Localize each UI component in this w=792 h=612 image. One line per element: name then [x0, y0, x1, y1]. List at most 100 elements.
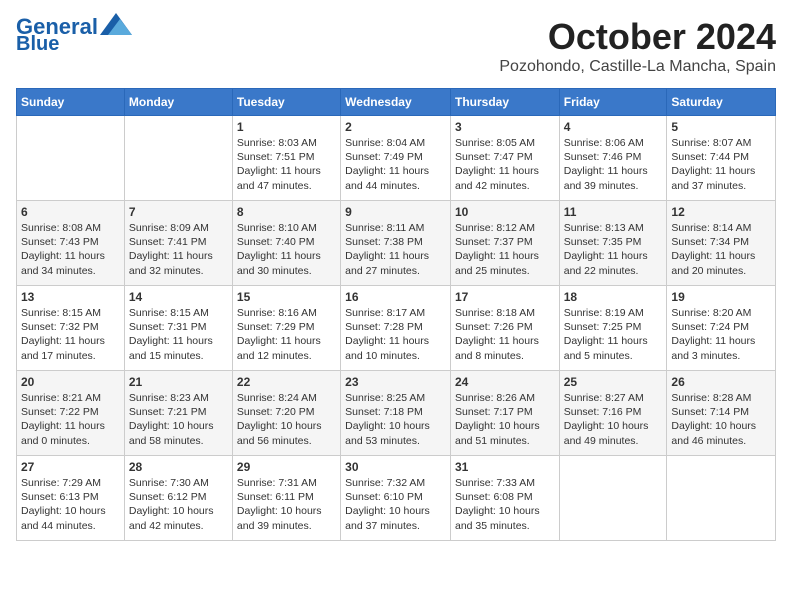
day-content: Sunrise: 8:08 AM Sunset: 7:43 PM Dayligh… [21, 221, 120, 278]
day-number: 24 [455, 375, 555, 389]
day-number: 19 [671, 290, 771, 304]
day-number: 29 [237, 460, 336, 474]
calendar-cell: 31 Sunrise: 7:33 AM Sunset: 6:08 PM Dayli… [450, 456, 559, 541]
calendar-cell: 4Sunrise: 8:06 AM Sunset: 7:46 PM Daylig… [559, 116, 667, 201]
calendar-cell: 1Sunrise: 8:03 AM Sunset: 7:51 PM Daylig… [232, 116, 340, 201]
calendar-cell [559, 456, 667, 541]
calendar-cell: 21Sunrise: 8:23 AM Sunset: 7:21 PM Dayli… [124, 371, 232, 456]
page-title: October 2024 [499, 16, 776, 58]
day-number: 13 [21, 290, 120, 304]
day-number: 1 [237, 120, 336, 134]
calendar-cell: 13Sunrise: 8:15 AM Sunset: 7:32 PM Dayli… [17, 286, 125, 371]
calendar-cell: 10Sunrise: 8:12 AM Sunset: 7:37 PM Dayli… [450, 201, 559, 286]
day-number: 8 [237, 205, 336, 219]
day-number: 2 [345, 120, 446, 134]
day-number: 3 [455, 120, 555, 134]
calendar-cell [17, 116, 125, 201]
page-subtitle: Pozohondo, Castille-La Mancha, Spain [499, 58, 776, 76]
day-header-thursday: Thursday [450, 89, 559, 116]
day-number: 14 [129, 290, 228, 304]
day-number: 15 [237, 290, 336, 304]
logo: General Blue [16, 16, 132, 54]
page-header: General Blue October 2024 Pozohondo, Cas… [16, 16, 776, 76]
day-content: Sunrise: 8:21 AM Sunset: 7:22 PM Dayligh… [21, 391, 120, 448]
day-number: 26 [671, 375, 771, 389]
day-content: Sunrise: 7:29 AM Sunset: 6:13 PM Dayligh… [21, 476, 120, 533]
day-number: 9 [345, 205, 446, 219]
day-header-saturday: Saturday [667, 89, 776, 116]
day-content: Sunrise: 8:18 AM Sunset: 7:26 PM Dayligh… [455, 306, 555, 363]
day-content: Sunrise: 8:19 AM Sunset: 7:25 PM Dayligh… [564, 306, 663, 363]
day-content: Sunrise: 7:32 AM Sunset: 6:10 PM Dayligh… [345, 476, 446, 533]
calendar-cell: 29 Sunrise: 7:31 AM Sunset: 6:11 PM Dayli… [232, 456, 340, 541]
day-content: Sunrise: 8:12 AM Sunset: 7:37 PM Dayligh… [455, 221, 555, 278]
calendar-cell: 8Sunrise: 8:10 AM Sunset: 7:40 PM Daylig… [232, 201, 340, 286]
calendar-week-row: 20 Sunrise: 8:21 AM Sunset: 7:22 PM Dayli… [17, 371, 776, 456]
calendar-week-row: 6 Sunrise: 8:08 AM Sunset: 7:43 PM Daylig… [17, 201, 776, 286]
day-number: 6 [21, 205, 120, 219]
calendar-cell: 23 Sunrise: 8:25 AM Sunset: 7:18 PM Dayli… [341, 371, 451, 456]
calendar-week-row: 13Sunrise: 8:15 AM Sunset: 7:32 PM Dayli… [17, 286, 776, 371]
day-number: 30 [345, 460, 446, 474]
calendar-cell: 12Sunrise: 8:14 AM Sunset: 7:34 PM Dayli… [667, 201, 776, 286]
calendar-cell: 5 Sunrise: 8:07 AM Sunset: 7:44 PM Daylig… [667, 116, 776, 201]
calendar-cell: 15 Sunrise: 8:16 AM Sunset: 7:29 PM Dayli… [232, 286, 340, 371]
day-number: 28 [129, 460, 228, 474]
calendar-cell [667, 456, 776, 541]
calendar-cell: 22Sunrise: 8:24 AM Sunset: 7:20 PM Dayli… [232, 371, 340, 456]
logo-subtext: Blue [16, 34, 59, 54]
calendar-cell: 18 Sunrise: 8:19 AM Sunset: 7:25 PM Dayli… [559, 286, 667, 371]
calendar-cell: 2 Sunrise: 8:04 AM Sunset: 7:49 PM Daylig… [341, 116, 451, 201]
day-number: 25 [564, 375, 663, 389]
calendar-cell: 19Sunrise: 8:20 AM Sunset: 7:24 PM Dayli… [667, 286, 776, 371]
logo-icon [100, 13, 132, 35]
day-number: 4 [564, 120, 663, 134]
day-content: Sunrise: 8:05 AM Sunset: 7:47 PM Dayligh… [455, 136, 555, 193]
calendar-cell: 27 Sunrise: 7:29 AM Sunset: 6:13 PM Dayli… [17, 456, 125, 541]
calendar-table: SundayMondayTuesdayWednesdayThursdayFrid… [16, 88, 776, 541]
day-number: 16 [345, 290, 446, 304]
calendar-header-row: SundayMondayTuesdayWednesdayThursdayFrid… [17, 89, 776, 116]
day-header-sunday: Sunday [17, 89, 125, 116]
day-number: 27 [21, 460, 120, 474]
calendar-cell: 28 Sunrise: 7:30 AM Sunset: 6:12 PM Dayli… [124, 456, 232, 541]
calendar-cell: 25Sunrise: 8:27 AM Sunset: 7:16 PM Dayli… [559, 371, 667, 456]
calendar-cell: 7Sunrise: 8:09 AM Sunset: 7:41 PM Daylig… [124, 201, 232, 286]
day-number: 17 [455, 290, 555, 304]
calendar-week-row: 1Sunrise: 8:03 AM Sunset: 7:51 PM Daylig… [17, 116, 776, 201]
day-content: Sunrise: 8:04 AM Sunset: 7:49 PM Dayligh… [345, 136, 446, 193]
calendar-cell: 11Sunrise: 8:13 AM Sunset: 7:35 PM Dayli… [559, 201, 667, 286]
day-header-tuesday: Tuesday [232, 89, 340, 116]
title-block: October 2024 Pozohondo, Castille-La Manc… [499, 16, 776, 76]
day-number: 20 [21, 375, 120, 389]
day-content: Sunrise: 8:16 AM Sunset: 7:29 PM Dayligh… [237, 306, 336, 363]
day-number: 23 [345, 375, 446, 389]
day-content: Sunrise: 8:28 AM Sunset: 7:14 PM Dayligh… [671, 391, 771, 448]
day-header-monday: Monday [124, 89, 232, 116]
day-number: 21 [129, 375, 228, 389]
day-number: 18 [564, 290, 663, 304]
day-content: Sunrise: 8:14 AM Sunset: 7:34 PM Dayligh… [671, 221, 771, 278]
calendar-cell: 14 Sunrise: 8:15 AM Sunset: 7:31 PM Dayli… [124, 286, 232, 371]
day-content: Sunrise: 8:09 AM Sunset: 7:41 PM Dayligh… [129, 221, 228, 278]
calendar-cell: 17 Sunrise: 8:18 AM Sunset: 7:26 PM Dayli… [450, 286, 559, 371]
calendar-cell: 26 Sunrise: 8:28 AM Sunset: 7:14 PM Dayli… [667, 371, 776, 456]
day-content: Sunrise: 8:13 AM Sunset: 7:35 PM Dayligh… [564, 221, 663, 278]
day-number: 31 [455, 460, 555, 474]
calendar-cell: 16 Sunrise: 8:17 AM Sunset: 7:28 PM Dayli… [341, 286, 451, 371]
day-content: Sunrise: 8:15 AM Sunset: 7:31 PM Dayligh… [129, 306, 228, 363]
day-content: Sunrise: 7:31 AM Sunset: 6:11 PM Dayligh… [237, 476, 336, 533]
day-content: Sunrise: 8:17 AM Sunset: 7:28 PM Dayligh… [345, 306, 446, 363]
day-number: 5 [671, 120, 771, 134]
day-content: Sunrise: 7:33 AM Sunset: 6:08 PM Dayligh… [455, 476, 555, 533]
day-content: Sunrise: 8:25 AM Sunset: 7:18 PM Dayligh… [345, 391, 446, 448]
calendar-cell: 24 Sunrise: 8:26 AM Sunset: 7:17 PM Dayli… [450, 371, 559, 456]
day-content: Sunrise: 8:24 AM Sunset: 7:20 PM Dayligh… [237, 391, 336, 448]
day-content: Sunrise: 8:26 AM Sunset: 7:17 PM Dayligh… [455, 391, 555, 448]
day-content: Sunrise: 8:11 AM Sunset: 7:38 PM Dayligh… [345, 221, 446, 278]
day-header-friday: Friday [559, 89, 667, 116]
day-content: Sunrise: 7:30 AM Sunset: 6:12 PM Dayligh… [129, 476, 228, 533]
calendar-cell: 30 Sunrise: 7:32 AM Sunset: 6:10 PM Dayli… [341, 456, 451, 541]
day-content: Sunrise: 8:07 AM Sunset: 7:44 PM Dayligh… [671, 136, 771, 193]
calendar-week-row: 27 Sunrise: 7:29 AM Sunset: 6:13 PM Dayli… [17, 456, 776, 541]
